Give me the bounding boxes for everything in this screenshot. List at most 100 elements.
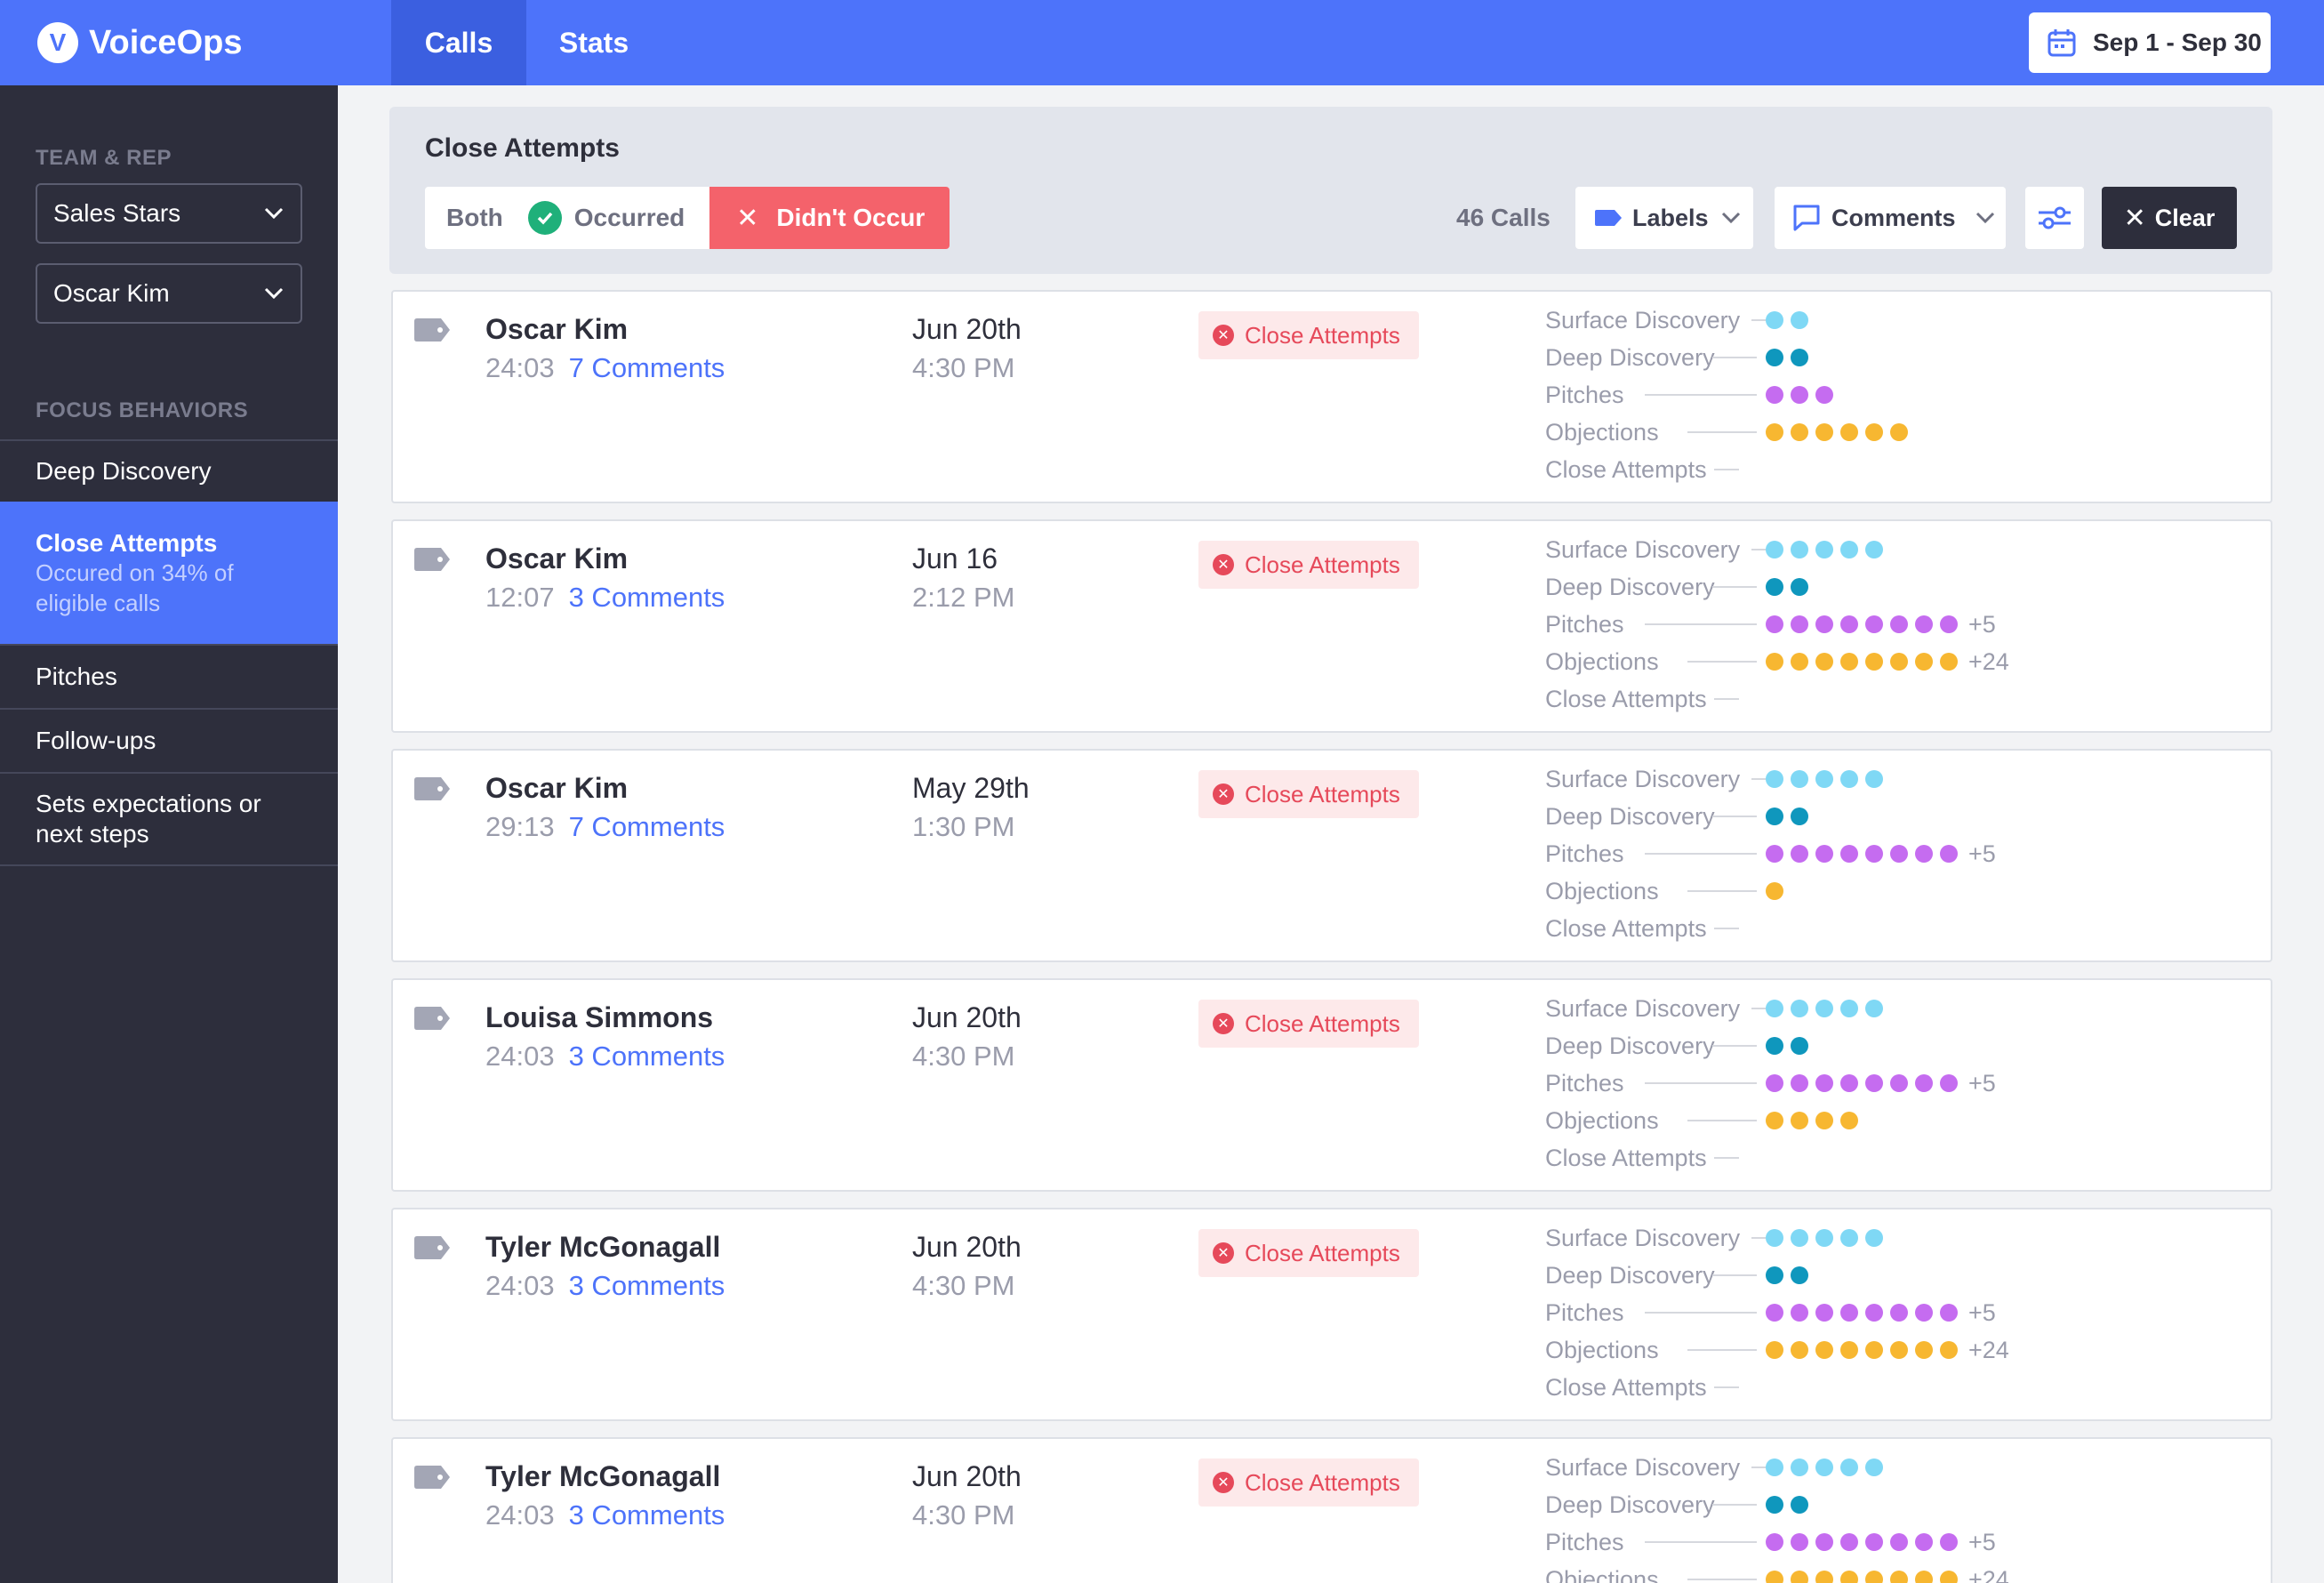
segment-both[interactable]: Both (425, 187, 525, 249)
behavior-dot (1840, 653, 1858, 671)
call-row[interactable]: Louisa Simmons 24:03 3 Comments Jun 20th … (391, 978, 2272, 1192)
call-row[interactable]: Oscar Kim 12:07 3 Comments Jun 16 2:12 PM… (391, 519, 2272, 733)
comments-link[interactable]: 3 Comments (569, 1041, 725, 1072)
call-row[interactable]: Oscar Kim 29:13 7 Comments May 29th 1:30 … (391, 749, 2272, 962)
call-duration-line: 24:03 3 Comments (485, 1041, 725, 1073)
behavior-dot (1766, 349, 1783, 366)
behavior-label: Deep Discovery (1545, 573, 1715, 600)
behavior-dot (1840, 1000, 1858, 1017)
tab-stats[interactable]: Stats (526, 0, 661, 85)
behavior-label: Pitches (1545, 1069, 1624, 1097)
behavior-dot (1890, 1074, 1908, 1092)
segment-occurred[interactable]: Occurred (525, 187, 710, 249)
tag-icon[interactable] (413, 1005, 452, 1032)
behavior-dot (1791, 578, 1808, 596)
call-duration-line: 29:13 7 Comments (485, 811, 725, 843)
sidebar-item-label: Follow-ups (36, 727, 156, 754)
behavior-dot (1815, 1458, 1833, 1476)
logo-icon: V (37, 22, 78, 63)
comments-link[interactable]: 7 Comments (569, 352, 725, 383)
comments-link[interactable]: 3 Comments (569, 582, 725, 613)
clear-button-label: Clear (2154, 204, 2216, 231)
behavior-label: Close Attempts (1545, 455, 1707, 483)
comments-link[interactable]: 3 Comments (569, 1499, 725, 1531)
tag-icon[interactable] (413, 317, 452, 343)
behavior-connector (1645, 394, 1757, 396)
date-range-label: Sep 1 - Sep 30 (2093, 28, 2262, 56)
behavior-dot (1840, 1458, 1858, 1476)
behavior-connector (1687, 431, 1757, 433)
behavior-dot (1766, 1496, 1783, 1514)
behavior-connector (1712, 1274, 1757, 1276)
behavior-dot (1815, 615, 1833, 633)
sidebar-item-follow-ups[interactable]: Follow-ups (0, 708, 338, 772)
date-range-button[interactable]: Sep 1 - Sep 30 (2029, 12, 2271, 73)
behavior-dot (1791, 1112, 1808, 1129)
behavior-dot (1815, 541, 1833, 558)
behavior-dots (1766, 800, 1815, 832)
sidebar-item-close-attempts[interactable]: Close Attempts Occured on 34% of eligibl… (0, 502, 338, 644)
labels-dropdown-label: Labels (1632, 204, 1709, 231)
behavior-dot (1890, 1304, 1908, 1322)
behavior-connector (1714, 1157, 1739, 1159)
segment-didnt-occur-label: Didn't Occur (776, 204, 926, 231)
behavior-dot (1766, 1000, 1783, 1017)
behavior-dot (1890, 1571, 1908, 1583)
sidebar-item-deep-discovery[interactable]: Deep Discovery (0, 439, 338, 502)
status-badge: ✕ Close Attempts (1198, 1229, 1419, 1277)
behavior-dot (1865, 541, 1883, 558)
behavior-dot (1815, 1000, 1833, 1017)
behavior-dot (1766, 1074, 1783, 1092)
behavior-connector (1712, 1045, 1757, 1047)
behavior-connector (1645, 1541, 1757, 1543)
call-row[interactable]: Tyler McGonagall 24:03 3 Comments Jun 20t… (391, 1437, 2272, 1583)
behavior-connector (1714, 1386, 1739, 1388)
behavior-dot (1940, 1571, 1958, 1583)
behavior-dot (1791, 615, 1808, 633)
filter-settings-button[interactable] (2025, 187, 2084, 249)
tag-icon[interactable] (413, 775, 452, 802)
app-logo[interactable]: V VoiceOps (37, 18, 242, 68)
behavior-dot (1940, 845, 1958, 863)
labels-dropdown[interactable]: Labels (1575, 187, 1753, 249)
behavior-dot (1815, 770, 1833, 788)
tag-icon[interactable] (413, 546, 452, 573)
behavior-label: Objections (1545, 877, 1659, 904)
team-select[interactable]: Sales Stars (36, 183, 302, 244)
comments-dropdown[interactable]: Comments (1775, 187, 2006, 249)
app-name: VoiceOps (89, 23, 243, 61)
behavior-label: Pitches (1545, 381, 1624, 408)
behavior-dot (1766, 541, 1783, 558)
behavior-connector (1714, 469, 1739, 470)
behavior-dot (1840, 1571, 1858, 1583)
segment-didnt-occur[interactable]: ✕ Didn't Occur (709, 187, 950, 249)
call-row[interactable]: Tyler McGonagall 24:03 3 Comments Jun 20t… (391, 1208, 2272, 1421)
behavior-dot (1791, 770, 1808, 788)
behavior-dot (1791, 1496, 1808, 1514)
clear-button[interactable]: ✕ Clear (2102, 187, 2237, 249)
behavior-connector (1712, 816, 1757, 817)
comments-link[interactable]: 3 Comments (569, 1270, 725, 1301)
behavior-dot (1915, 1341, 1933, 1359)
behavior-dots (1766, 1222, 1890, 1254)
behavior-dot (1865, 1074, 1883, 1092)
sidebar-item-pitches[interactable]: Pitches (0, 644, 338, 708)
behavior-dot (1890, 845, 1908, 863)
behavior-dot (1865, 1458, 1883, 1476)
tab-calls[interactable]: Calls (391, 0, 526, 85)
behavior-dot (1840, 423, 1858, 441)
sidebar-item-sets-expectations[interactable]: Sets expectations or next steps (0, 772, 338, 864)
tag-icon[interactable] (413, 1464, 452, 1491)
behavior-extra-count: +5 (1968, 840, 1996, 867)
behavior-dot (1815, 1533, 1833, 1551)
rep-select[interactable]: Oscar Kim (36, 263, 302, 324)
tag-icon[interactable] (413, 1234, 452, 1261)
call-duration: 12:07 (485, 582, 555, 613)
comments-link[interactable]: 7 Comments (569, 811, 725, 842)
behavior-dot (1791, 311, 1808, 329)
behavior-dot (1766, 1229, 1783, 1247)
behavior-dot (1940, 653, 1958, 671)
behavior-label: Deep Discovery (1545, 802, 1715, 830)
behavior-dot (1766, 1266, 1783, 1284)
call-row[interactable]: Oscar Kim 24:03 7 Comments Jun 20th 4:30 … (391, 290, 2272, 503)
